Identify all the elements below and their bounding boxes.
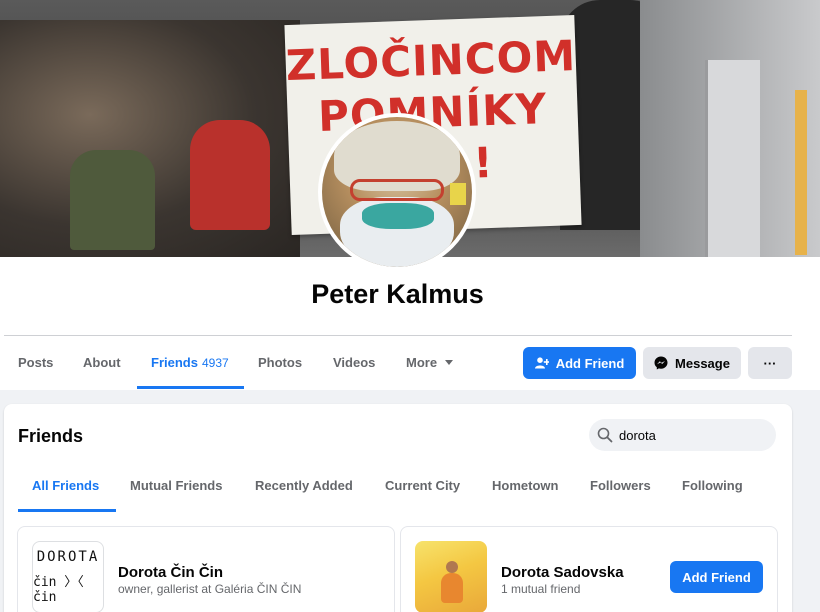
tab-videos[interactable]: Videos — [333, 355, 375, 370]
friends-card: Friends All Friends Mutual Friends Recen… — [4, 404, 792, 612]
cover-door — [705, 60, 760, 257]
friends-search-input[interactable] — [619, 427, 769, 443]
subtab-mutual-friends[interactable]: Mutual Friends — [130, 478, 222, 493]
subtab-hometown[interactable]: Hometown — [492, 478, 558, 493]
tab-about[interactable]: About — [83, 355, 121, 370]
friend-name-link[interactable]: Dorota Sadovska — [501, 564, 624, 581]
thumb-logo-text-top: DOROTA — [36, 549, 100, 565]
friends-search-box[interactable] — [589, 419, 776, 451]
tab-posts[interactable]: Posts — [18, 355, 53, 370]
friend-add-friend-button[interactable]: Add Friend — [670, 561, 763, 593]
friend-subtitle: owner, gallerist at Galéria ČIN ČIN — [118, 582, 302, 596]
profile-avatar-image — [322, 117, 472, 267]
tab-friends[interactable]: Friends 4937 — [151, 355, 229, 370]
tab-more[interactable]: More — [406, 355, 454, 370]
cover-yellow-pole — [795, 90, 807, 255]
profile-avatar[interactable] — [318, 113, 476, 271]
add-friend-label: Add Friend — [555, 355, 625, 371]
profile-header: ZLOČINCOM POMNÍKY NIE ! Peter Kalmus Pos… — [0, 0, 820, 390]
more-dots-icon: ··· — [763, 355, 777, 371]
cover-person-red-jacket — [190, 120, 270, 230]
caret-down-icon — [445, 360, 454, 365]
friend-result-card[interactable]: DOROTA čin 〉〈 čin Dorota Čin Čin owner, … — [17, 526, 395, 612]
messenger-icon — [654, 356, 668, 370]
header-divider — [4, 335, 792, 336]
add-friend-icon — [534, 357, 549, 369]
add-friend-button[interactable]: Add Friend — [523, 347, 636, 379]
subtab-all-friends-underline — [18, 509, 116, 512]
more-options-button[interactable]: ··· — [748, 347, 792, 379]
tab-photos[interactable]: Photos — [258, 355, 302, 370]
friends-count: 4937 — [201, 356, 229, 370]
friend-result-card[interactable]: Dorota Sadovska 1 mutual friend Add Frie… — [400, 526, 778, 612]
friend-name-link[interactable]: Dorota Čin Čin — [118, 564, 223, 581]
subtab-all-friends[interactable]: All Friends — [32, 478, 99, 493]
tab-friends-underline — [137, 386, 244, 389]
subtab-following[interactable]: Following — [682, 478, 743, 493]
banner-line-1: ZLOČINCOM — [284, 30, 577, 91]
thumb-logo-text-bottom: čin 〉〈 čin — [33, 575, 84, 605]
friend-thumbnail[interactable] — [415, 541, 487, 612]
message-label: Message — [675, 355, 730, 371]
subtab-followers[interactable]: Followers — [590, 478, 651, 493]
cover-person-green-coat — [70, 150, 155, 250]
friend-thumbnail[interactable]: DOROTA čin 〉〈 čin — [32, 541, 104, 612]
search-icon — [597, 427, 613, 443]
friend-mutual-count[interactable]: 1 mutual friend — [501, 582, 580, 596]
tab-friends-label: Friends — [151, 355, 198, 370]
friends-title: Friends — [18, 426, 84, 446]
profile-name: Peter Kalmus — [311, 279, 484, 309]
tab-more-label: More — [406, 355, 438, 370]
subtab-recently-added[interactable]: Recently Added — [255, 478, 353, 493]
subtab-current-city[interactable]: Current City — [385, 478, 460, 493]
message-button[interactable]: Message — [643, 347, 741, 379]
